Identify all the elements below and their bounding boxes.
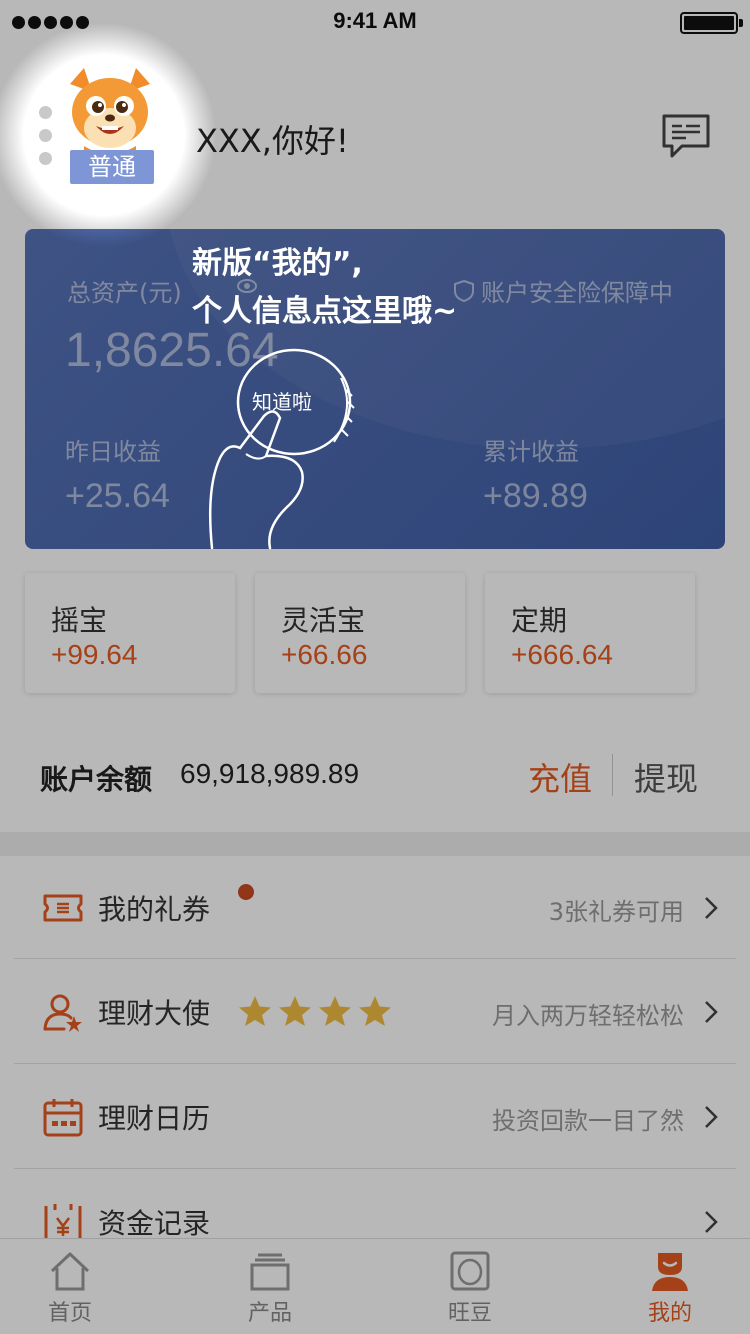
tab-home[interactable]: 首页 <box>10 1239 130 1334</box>
avatar[interactable] <box>62 66 158 158</box>
divider <box>14 958 736 959</box>
product-name: 灵活宝 <box>281 604 366 637</box>
total-assets-label: 总资产(元) <box>67 279 182 307</box>
menu-item-hint: 投资回款一目了然 <box>492 1107 684 1135</box>
bean-icon <box>450 1251 490 1291</box>
section-divider <box>0 832 750 856</box>
more-icon[interactable] <box>39 106 52 165</box>
menu-item-label: 理财大使 <box>98 997 211 1030</box>
tab-beans[interactable]: 旺豆 <box>410 1239 530 1334</box>
status-time: 9:41 AM <box>333 8 417 33</box>
menu-item-hint: 3张礼券可用 <box>548 898 684 926</box>
withdraw-button[interactable]: 提现 <box>634 754 698 800</box>
tab-label: 首页 <box>47 1301 92 1326</box>
chevron-right-icon <box>705 1001 718 1023</box>
product-tile-yaobao[interactable]: 摇宝 +99.64 <box>25 573 235 693</box>
divider <box>612 754 613 796</box>
tab-label: 旺豆 <box>447 1301 492 1326</box>
star-icon <box>279 996 311 1026</box>
cumulative-earnings-value: +89.89 <box>483 477 588 515</box>
notification-dot <box>238 884 254 900</box>
guide-tooltip: 新版“我的”, 个人信息点这里哦~ <box>192 240 457 336</box>
tab-mine[interactable]: 我的 <box>610 1239 730 1334</box>
level-badge: 普通 <box>70 150 154 184</box>
balance-value: 69,918,989.89 <box>180 758 360 789</box>
menu-item-label: 我的礼券 <box>98 893 211 926</box>
ambassador-icon <box>43 994 82 1032</box>
security-status[interactable]: 账户安全险保障中 <box>453 273 673 308</box>
coupon-icon <box>43 894 83 922</box>
chevron-right-icon <box>705 1106 718 1128</box>
status-bar: 9:41 AM <box>0 0 750 44</box>
menu-item-coupons[interactable]: 我的礼券 3张礼券可用 <box>0 856 750 960</box>
greeting-text: XXX,你好! <box>196 122 349 160</box>
guide-line-1: 新版“我的”, <box>192 246 363 281</box>
tab-label: 产品 <box>247 1301 292 1326</box>
star-icon <box>359 996 391 1026</box>
divider <box>14 1063 736 1064</box>
star-icon <box>239 996 271 1026</box>
divider <box>14 1168 736 1169</box>
product-tile-dingqi[interactable]: 定期 +666.64 <box>485 573 695 693</box>
product-earnings: +666.64 <box>511 639 613 670</box>
menu-item-label: 理财日历 <box>98 1102 211 1135</box>
ambassador-rating <box>238 994 392 1028</box>
tab-products[interactable]: 产品 <box>210 1239 330 1334</box>
product-name: 定期 <box>511 604 568 637</box>
tab-bar: 首页 产品 旺豆 我的 <box>0 1238 750 1334</box>
cumulative-earnings-label: 累计收益 <box>483 438 579 466</box>
menu-item-hint: 月入两万轻轻松松 <box>492 1002 684 1030</box>
product-name: 摇宝 <box>51 604 108 637</box>
product-earnings: +66.66 <box>281 639 368 670</box>
tab-label: 我的 <box>647 1301 692 1326</box>
home-icon <box>50 1252 90 1291</box>
message-icon[interactable] <box>660 112 712 160</box>
security-text: 账户安全险保障中 <box>481 279 673 307</box>
product-icon <box>250 1253 290 1291</box>
recharge-button[interactable]: 充值 <box>528 754 592 800</box>
menu-item-label: 资金记录 <box>98 1207 211 1240</box>
product-earnings: +99.64 <box>51 639 138 670</box>
calendar-icon <box>43 1099 83 1137</box>
guide-line-2: 个人信息点这里哦~ <box>192 294 458 329</box>
battery-icon <box>680 12 743 34</box>
yesterday-earnings-value: +25.64 <box>65 477 170 515</box>
menu-item-calendar[interactable]: 理财日历 投资回款一目了然 <box>0 1065 750 1169</box>
yesterday-earnings-label: 昨日收益 <box>65 438 161 466</box>
chevron-right-icon <box>705 1211 718 1233</box>
balance-label: 账户余额 <box>40 763 153 796</box>
product-tile-linghuobao[interactable]: 灵活宝 +66.66 <box>255 573 465 693</box>
fund-record-icon <box>44 1204 82 1242</box>
star-icon <box>319 996 351 1026</box>
chevron-right-icon <box>705 897 718 919</box>
mine-icon <box>652 1253 688 1291</box>
got-it-label: 知道啦 <box>252 390 312 414</box>
